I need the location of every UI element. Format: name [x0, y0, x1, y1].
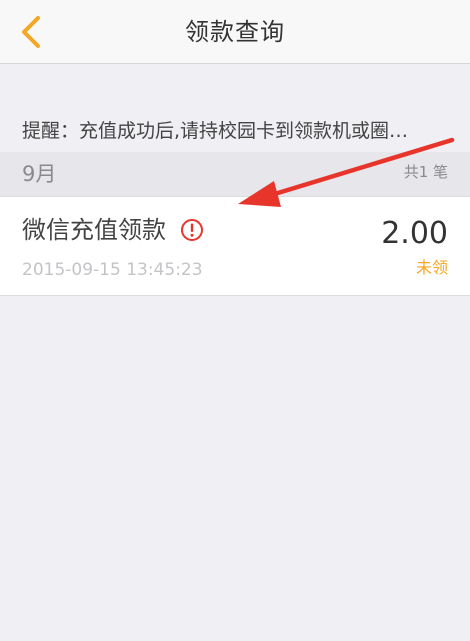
month-label: 9月 [22, 162, 57, 186]
record-timestamp: 2015-09-15 13:45:23 [22, 260, 203, 280]
page-title: 领款查询 [185, 18, 285, 46]
record-status: 未领 [415, 258, 448, 277]
annotation-arrow [238, 137, 455, 207]
record-title: 微信充值领款 [22, 216, 166, 244]
record-amount: 2.00 [381, 216, 448, 251]
month-section-header: 9月 共1 笔 [0, 152, 470, 196]
reminder-notice: 提醒：充值成功后,请持校园卡到领款机或圈… [22, 120, 409, 142]
exclamation-circle-icon [180, 218, 204, 242]
record-count: 共1 笔 [403, 163, 448, 181]
record-row[interactable]: 微信充值领款 2015-09-15 13:45:23 2.00 未领 [0, 196, 470, 296]
navigation-bar: 领款查询 [0, 0, 470, 64]
